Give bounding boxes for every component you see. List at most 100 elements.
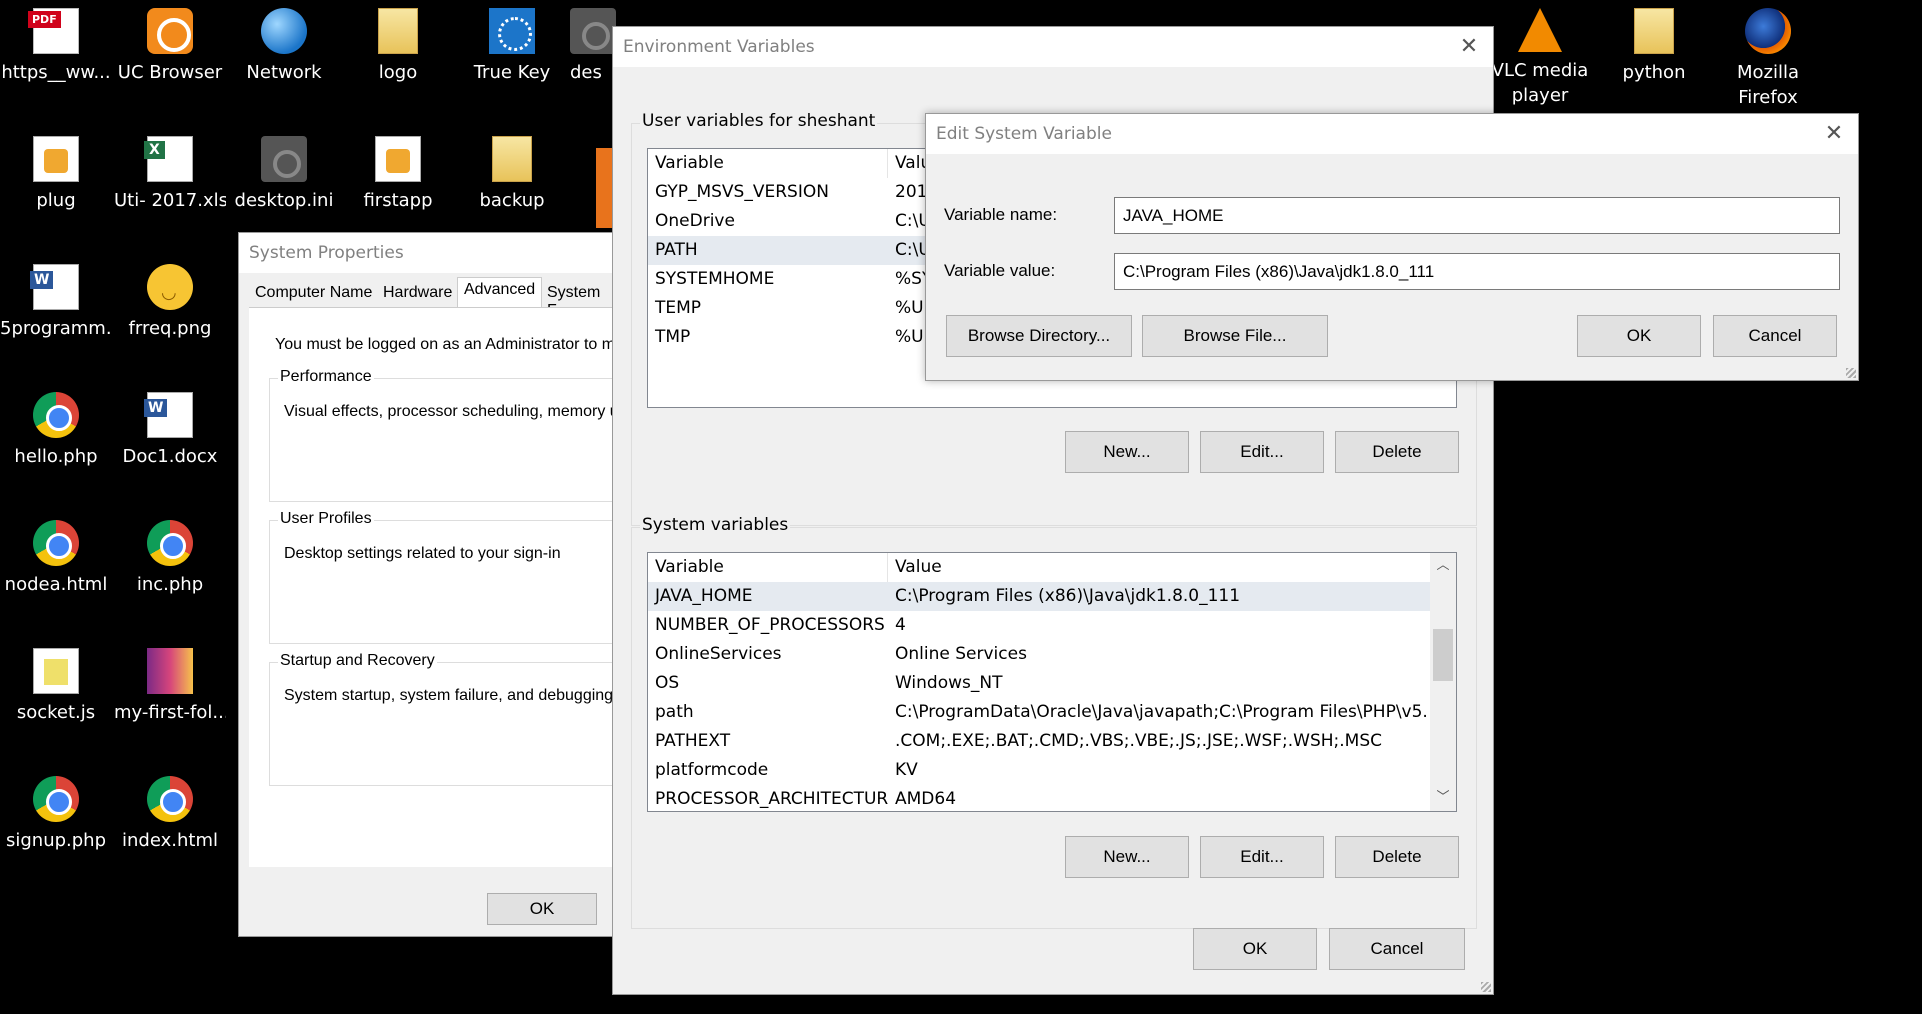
table-row[interactable]: JAVA_HOME C:\Program Files (x86)\Java\jdk…	[648, 582, 1431, 611]
vertical-scrollbar[interactable]: ︿ ﹀	[1430, 553, 1456, 811]
desktop-icon[interactable]: desktop.ini	[228, 128, 340, 238]
desktop-icon-label: inc.php	[136, 574, 204, 595]
desktop-icon[interactable]: my-first-fol...	[114, 640, 226, 750]
desktop-icon[interactable]: plug	[0, 128, 112, 238]
desktop-icon[interactable]: firstapp	[342, 128, 454, 238]
desktop-icon[interactable]: True Key	[456, 0, 568, 110]
firefox-icon	[1745, 8, 1791, 54]
resize-grip-icon[interactable]	[1481, 982, 1491, 992]
variable-name-field[interactable]: JAVA_HOME	[1114, 197, 1840, 234]
ok-button[interactable]: OK	[1577, 315, 1701, 357]
variable-name: TMP	[655, 327, 691, 347]
browse-file-button[interactable]: Browse File...	[1142, 315, 1328, 357]
system-new-button[interactable]: New...	[1065, 836, 1189, 878]
desktop-icon[interactable]: hello.php	[0, 384, 112, 494]
desktop-icon[interactable]: index.html	[114, 768, 226, 878]
section-title: User variables for sheshant	[640, 111, 878, 131]
desktop-icon-label: https__ww...	[1, 62, 111, 83]
column-header-variable[interactable]: Variable	[648, 553, 888, 582]
user-new-button[interactable]: New...	[1065, 431, 1189, 473]
tab-hardware[interactable]: Hardware	[377, 281, 458, 307]
tab-system-protection[interactable]: System F	[541, 281, 617, 319]
desktop-icon[interactable]: frreq.png	[114, 256, 226, 366]
folder-icon	[378, 8, 418, 54]
table-row[interactable]: platformcode KV	[648, 756, 1431, 785]
desktop-icon[interactable]: Mozilla Firefox	[1712, 0, 1824, 110]
desktop-icon[interactable]: nodea.html	[0, 512, 112, 622]
desktop-icon[interactable]: des	[570, 0, 616, 110]
ok-button[interactable]: OK	[487, 893, 597, 925]
table-row[interactable]: path C:\ProgramData\Oracle\Java\javapath;…	[648, 698, 1431, 727]
desktop-icon[interactable]: logo	[342, 0, 454, 110]
advanced-tab-panel: You must be logged on as an Administrato…	[249, 307, 629, 867]
desktop-icon[interactable]: Doc1.docx	[114, 384, 226, 494]
word-icon	[144, 392, 193, 438]
ok-button[interactable]: OK	[1193, 928, 1317, 970]
variable-name: NUMBER_OF_PROCESSORS	[655, 615, 885, 635]
desktop-icon[interactable]: https__ww...	[0, 0, 112, 110]
js-file-icon	[33, 648, 79, 694]
pdf-icon	[28, 8, 79, 54]
group-title: Startup and Recovery	[278, 652, 437, 670]
emoji-image-icon	[147, 264, 193, 310]
system-edit-button[interactable]: Edit...	[1200, 836, 1324, 878]
group-text: Visual effects, processor scheduling, me…	[284, 403, 619, 420]
truekey-icon	[489, 8, 535, 54]
close-icon[interactable]: ✕	[1455, 33, 1483, 61]
desktop-icon[interactable]: socket.js	[0, 640, 112, 750]
user-edit-button[interactable]: Edit...	[1200, 431, 1324, 473]
chrome-icon	[33, 520, 79, 566]
desktop-icon-label: desktop.ini	[234, 190, 334, 211]
close-icon[interactable]: ✕	[1820, 120, 1848, 148]
user-delete-button[interactable]: Delete	[1335, 431, 1459, 473]
word-icon	[30, 264, 79, 310]
scroll-up-icon[interactable]: ︿	[1430, 553, 1456, 579]
group-title: Performance	[278, 368, 374, 386]
desktop-icon[interactable]: python	[1598, 0, 1710, 110]
tab-computer-name[interactable]: Computer Name	[249, 281, 378, 307]
cancel-button[interactable]: Cancel	[1713, 315, 1837, 357]
browse-directory-button[interactable]: Browse Directory...	[946, 315, 1132, 357]
column-header-value[interactable]: Value	[888, 553, 942, 582]
desktop-icon[interactable]: Uti- 2017.xlsx	[114, 128, 226, 238]
variable-name: SYSTEMHOME	[655, 269, 775, 289]
table-row[interactable]: PROCESSOR_ARCHITECTURE AMD64	[648, 785, 1431, 811]
variable-name: PATH	[655, 240, 698, 260]
system-variables-list[interactable]: Variable Value JAVA_HOME C:\Program Files…	[647, 552, 1457, 812]
tab-advanced[interactable]: Advanced	[457, 277, 543, 307]
variable-name: PROCESSOR_ARCHITECTURE	[655, 789, 888, 809]
desktop-icon[interactable]: backup	[456, 128, 568, 238]
variable-value-label: Variable value:	[944, 261, 1056, 280]
variable-value-field[interactable]: C:\Program Files (x86)\Java\jdk1.8.0_111	[1114, 253, 1840, 290]
cancel-button[interactable]: Cancel	[1329, 928, 1465, 970]
desktop-icon[interactable]: 5programm...	[0, 256, 112, 366]
chrome-icon	[33, 392, 79, 438]
variable-value: 201	[895, 182, 928, 202]
variable-name: GYP_MSVS_VERSION	[655, 182, 829, 202]
resize-grip-icon[interactable]	[1846, 368, 1856, 378]
table-row[interactable]: PATHEXT .COM;.EXE;.BAT;.CMD;.VBS;.VBE;.JS…	[648, 727, 1431, 756]
desktop-icon[interactable]: inc.php	[114, 512, 226, 622]
edit-system-variable-window: Edit System Variable ✕ Variable name: JA…	[925, 113, 1859, 381]
variable-value: %U	[895, 298, 924, 318]
desktop-icon[interactable]: signup.php	[0, 768, 112, 878]
performance-group: Performance Visual effects, processor sc…	[269, 368, 629, 502]
variable-value: C:\ProgramData\Oracle\Java\javapath;C:\P…	[895, 702, 1428, 722]
column-header-variable[interactable]: Variable	[648, 149, 888, 178]
desktop-icon[interactable]: VLC media player	[1484, 0, 1596, 110]
desktop-icon-label: nodea.html	[4, 574, 108, 595]
desktop-icon-label: True Key	[473, 62, 551, 83]
system-delete-button[interactable]: Delete	[1335, 836, 1459, 878]
desktop-icon[interactable]: UC Browser	[114, 0, 226, 110]
window-title: Edit System Variable	[926, 114, 1858, 154]
desktop-icon[interactable]: Network	[228, 0, 340, 110]
scrollbar-thumb[interactable]	[1433, 629, 1453, 681]
variable-name: OnlineServices	[655, 644, 782, 664]
table-row[interactable]: NUMBER_OF_PROCESSORS 4	[648, 611, 1431, 640]
scroll-down-icon[interactable]: ﹀	[1430, 785, 1456, 811]
sublime-file-icon	[375, 136, 421, 182]
network-icon	[261, 8, 307, 54]
table-row[interactable]: OS Windows_NT	[648, 669, 1431, 698]
table-row[interactable]: OnlineServices Online Services	[648, 640, 1431, 669]
desktop-icon-label: Uti- 2017.xlsx	[114, 190, 226, 211]
